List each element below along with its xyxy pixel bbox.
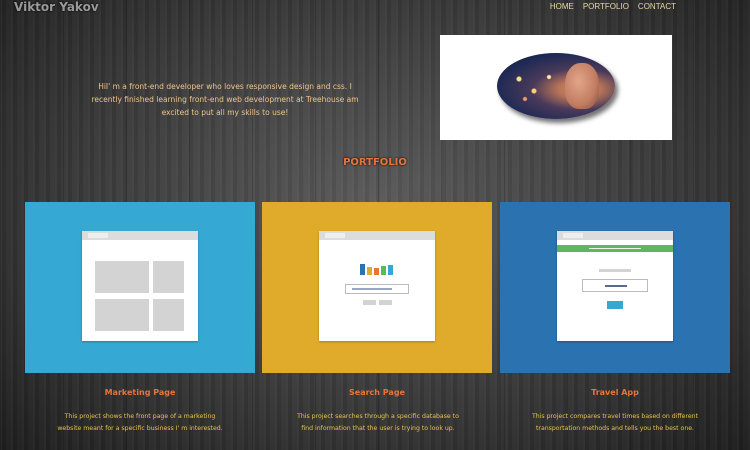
- project-title-search[interactable]: Search Page: [262, 388, 492, 397]
- project-card-travel[interactable]: [500, 202, 730, 373]
- thumb-text-line: [599, 269, 631, 272]
- profile-photo: [497, 53, 615, 119]
- browser-bar: [557, 231, 673, 240]
- main-nav: HOME PORTFOLIO CONTACT: [550, 2, 676, 11]
- thumb-block: [153, 299, 184, 331]
- photo-portrait: [565, 63, 599, 109]
- browser-bar: [82, 231, 198, 240]
- bar-chart-bar: [360, 264, 365, 275]
- portfolio-heading: PORTFOLIO: [343, 157, 407, 168]
- search-text-line: [352, 288, 392, 290]
- project-description-search: This project searches through a specific…: [297, 413, 459, 432]
- profile-photo-frame: [440, 35, 672, 140]
- site-logo[interactable]: Viktor Yakov: [14, 0, 99, 14]
- nav-contact-link[interactable]: CONTACT: [638, 2, 676, 11]
- project-card-marketing[interactable]: [25, 202, 255, 373]
- project-description-travel: This project compares travel times based…: [531, 413, 699, 432]
- thumb-green-header: [557, 245, 673, 252]
- thumb-button: [363, 300, 376, 305]
- intro-text: HiI' m a front-end developer who loves r…: [91, 81, 359, 117]
- bar-chart-bar: [367, 267, 372, 275]
- thumb-block: [95, 299, 149, 331]
- thumb-input: [582, 279, 648, 292]
- thumb-block: [95, 261, 149, 293]
- travel-app-thumbnail: [557, 231, 673, 341]
- thumb-header-line: [589, 248, 641, 249]
- bar-chart-bar: [388, 265, 393, 275]
- thumb-go-button: [607, 301, 623, 309]
- project-title-marketing[interactable]: Marketing Page: [25, 388, 255, 397]
- marketing-page-thumbnail: [82, 231, 198, 341]
- browser-bar: [319, 231, 435, 240]
- thumb-block: [153, 261, 184, 293]
- thumb-input-line: [605, 285, 627, 287]
- browser-tab: [563, 233, 583, 238]
- bar-chart-bar: [374, 268, 379, 275]
- project-description-marketing: This project shows the front page of a m…: [57, 413, 223, 432]
- project-card-search[interactable]: [262, 202, 492, 373]
- nav-portfolio-link[interactable]: PORTFOLIO: [583, 2, 629, 11]
- browser-tab: [88, 233, 108, 238]
- search-page-thumbnail: [319, 231, 435, 341]
- nav-home-link[interactable]: HOME: [550, 2, 574, 11]
- browser-tab: [325, 233, 345, 238]
- bar-chart-bar: [381, 266, 386, 275]
- photo-background-lights: [507, 67, 567, 107]
- project-title-travel[interactable]: Travel App: [500, 388, 730, 397]
- thumb-button: [379, 300, 392, 305]
- search-field-thumb: [345, 284, 409, 294]
